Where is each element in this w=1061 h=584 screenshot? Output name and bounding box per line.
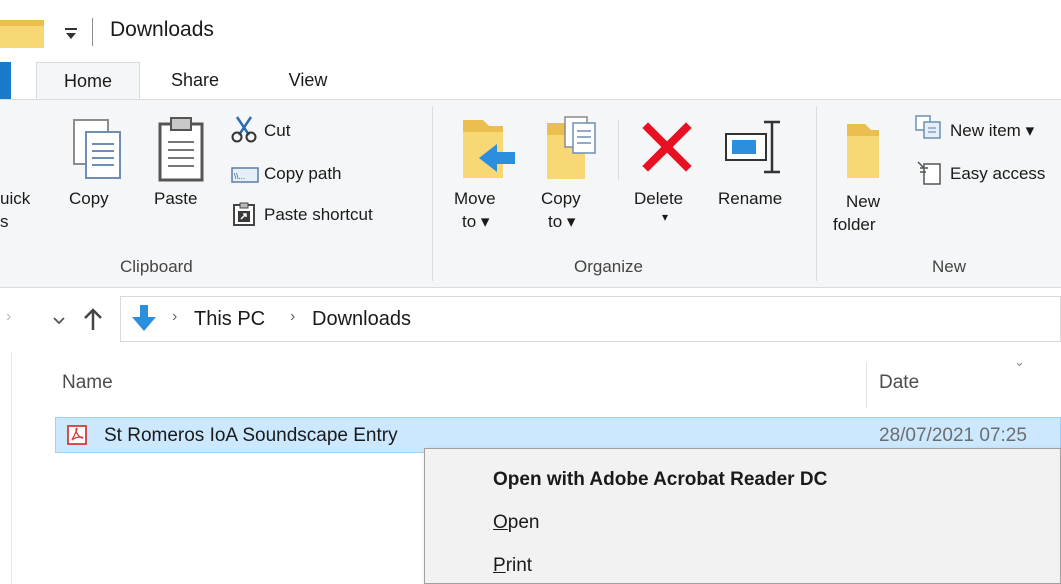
menu-item-print[interactable]: Print xyxy=(493,555,532,577)
paste-shortcut-icon[interactable] xyxy=(233,202,255,226)
sort-chevron-icon[interactable]: ⌄ xyxy=(1014,354,1025,370)
delete-icon[interactable] xyxy=(642,122,692,172)
file-date: 28/07/2021 07:25 xyxy=(879,425,1027,446)
address-bar-area: › › This PC › Downloads xyxy=(0,288,1061,352)
cut-icon[interactable] xyxy=(231,115,257,143)
title-bar: Downloads xyxy=(0,0,1061,62)
organize-inner-separator xyxy=(618,120,619,180)
file-tab[interactable] xyxy=(0,62,11,100)
move-to-icon[interactable] xyxy=(459,118,517,180)
svg-text:\\...: \\... xyxy=(234,172,245,181)
tab-view[interactable]: View xyxy=(278,62,338,100)
breadcrumb-this-pc[interactable]: This PC xyxy=(194,308,265,331)
copy-to-icon[interactable] xyxy=(545,115,599,181)
new-item-icon[interactable] xyxy=(914,114,942,140)
navigation-pane-edge xyxy=(0,352,12,584)
pin-quick-access-label-2[interactable]: s xyxy=(0,212,9,232)
column-separator[interactable] xyxy=(866,362,867,408)
easy-access-icon[interactable] xyxy=(916,160,942,186)
breadcrumb-chevron-icon[interactable]: › xyxy=(290,308,295,326)
paste-shortcut-button[interactable]: Paste shortcut xyxy=(264,205,373,225)
group-separator xyxy=(432,106,433,281)
menu-item-open[interactable]: Open xyxy=(493,512,539,534)
ribbon: uick s Copy Paste Cut \\... Copy path Pa… xyxy=(0,99,1061,288)
delete-dropdown-icon[interactable]: ▾ xyxy=(662,210,668,224)
breadcrumb-downloads[interactable]: Downloads xyxy=(312,308,411,331)
copy-to-label-2[interactable]: to ▾ xyxy=(548,212,575,232)
paste-icon[interactable] xyxy=(156,116,206,182)
copy-button[interactable]: Copy xyxy=(69,189,109,209)
pdf-file-icon xyxy=(67,425,87,445)
menu-item-open-with-acrobat[interactable]: Open with Adobe Acrobat Reader DC xyxy=(493,469,827,491)
folder-icon xyxy=(0,20,44,48)
file-name[interactable]: St Romeros IoA Soundscape Entry xyxy=(104,425,398,447)
context-menu: Open with Adobe Acrobat Reader DC Open P… xyxy=(424,448,1061,584)
organize-group-label: Organize xyxy=(574,257,643,276)
tab-home[interactable]: Home xyxy=(36,62,140,100)
move-to-label-2[interactable]: to ▾ xyxy=(462,212,489,232)
back-chevron-icon[interactable]: › xyxy=(6,308,11,326)
downloads-arrow-icon xyxy=(132,305,156,331)
quick-access-dropdown-icon[interactable] xyxy=(64,24,78,42)
up-arrow-icon[interactable] xyxy=(82,306,104,332)
ribbon-tabs: Home Share View xyxy=(0,62,1061,100)
tab-share[interactable]: Share xyxy=(165,62,225,100)
paste-button[interactable]: Paste xyxy=(154,189,197,209)
column-header-date[interactable]: Date xyxy=(879,372,919,394)
cut-button[interactable]: Cut xyxy=(264,121,290,141)
clipboard-group-label: Clipboard xyxy=(120,257,193,276)
title-separator xyxy=(92,18,93,46)
new-folder-button[interactable]: New xyxy=(846,192,880,212)
copy-path-icon[interactable]: \\... xyxy=(231,166,259,184)
rename-button[interactable]: Rename xyxy=(718,189,782,209)
copy-path-button[interactable]: Copy path xyxy=(264,164,342,184)
new-item-button[interactable]: New item ▾ xyxy=(950,121,1034,141)
new-folder-icon[interactable] xyxy=(845,120,881,180)
new-group-label: New xyxy=(932,257,967,276)
breadcrumb-chevron-icon[interactable]: › xyxy=(172,308,177,326)
group-separator xyxy=(816,106,817,281)
delete-button[interactable]: Delete xyxy=(634,189,683,209)
column-header-name[interactable]: Name xyxy=(62,372,113,394)
pin-quick-access-label-1[interactable]: uick xyxy=(0,189,30,209)
copy-to-button[interactable]: Copy xyxy=(541,189,581,209)
window-title: Downloads xyxy=(110,18,214,41)
easy-access-button[interactable]: Easy access xyxy=(950,164,1045,184)
move-to-button[interactable]: Move xyxy=(454,189,496,209)
copy-icon[interactable] xyxy=(70,118,124,180)
recent-locations-icon[interactable] xyxy=(52,316,66,326)
rename-icon[interactable] xyxy=(722,118,786,176)
new-folder-label-2[interactable]: folder xyxy=(833,215,876,235)
